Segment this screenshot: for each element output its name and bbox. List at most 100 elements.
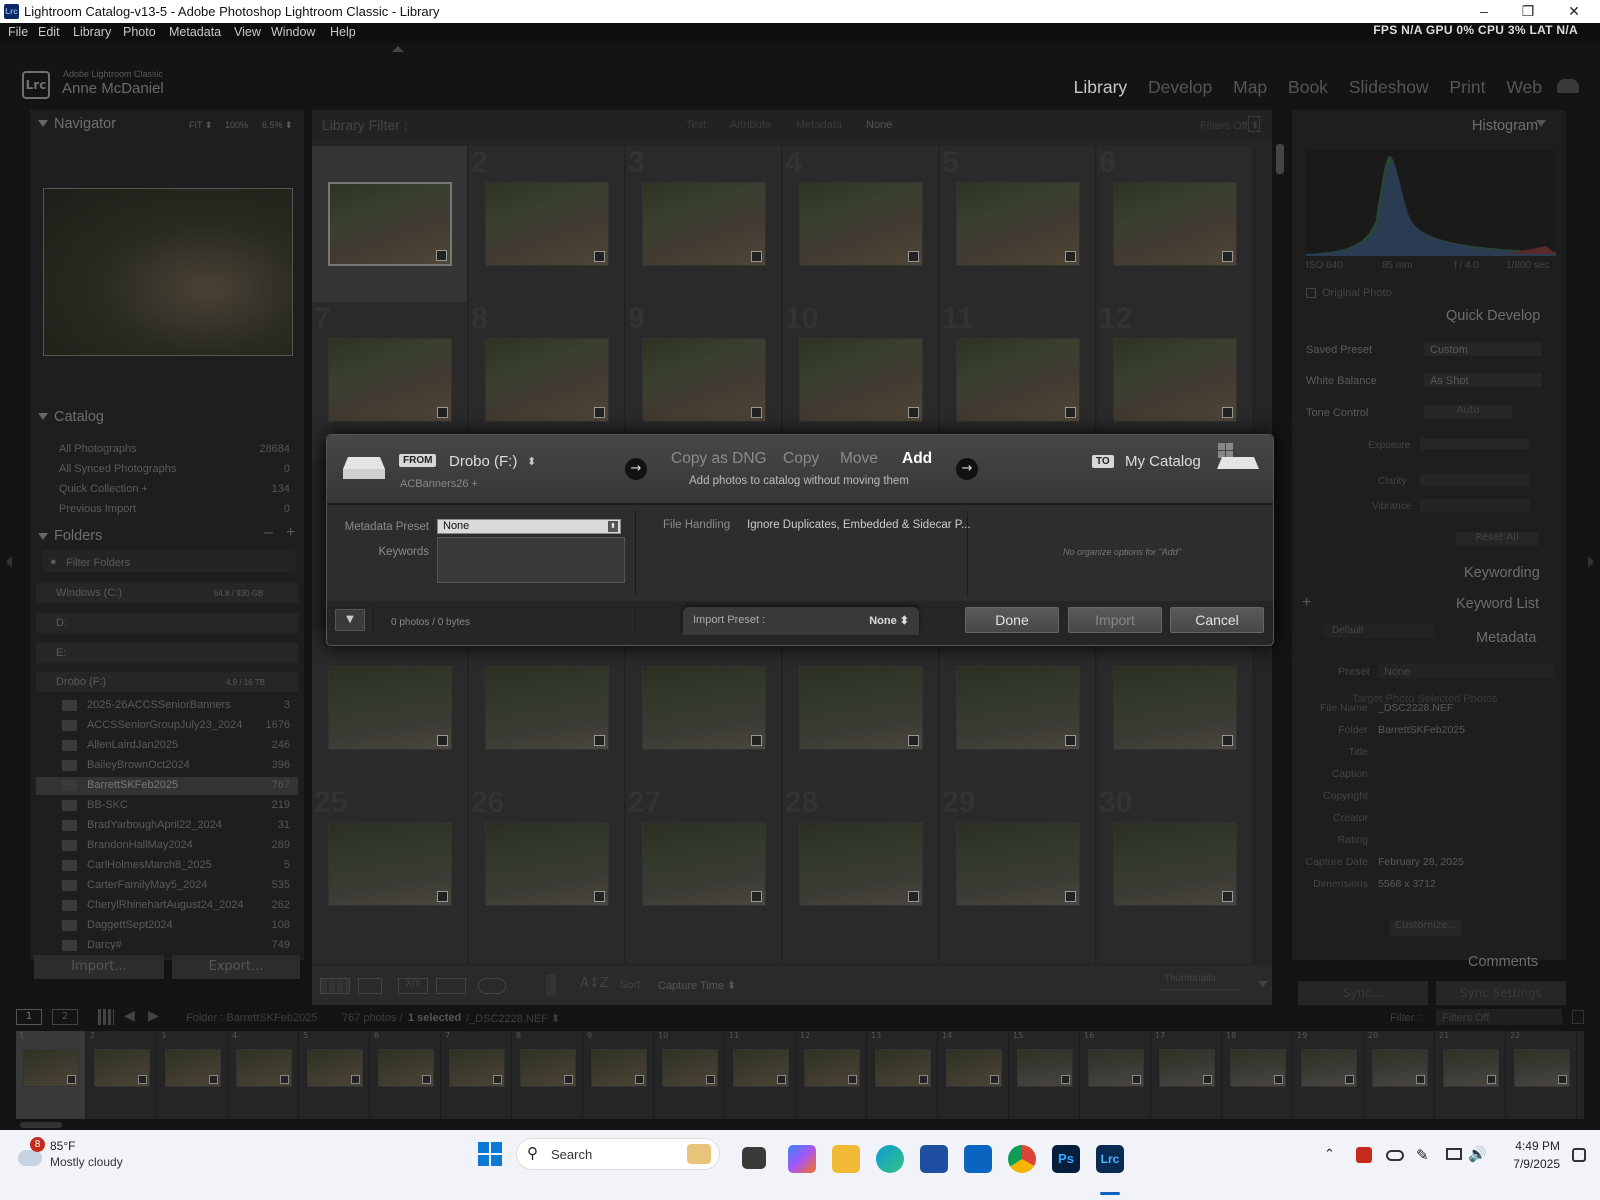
- mode-copy[interactable]: Copy: [783, 450, 819, 468]
- photo-thumbnail[interactable]: [328, 822, 452, 906]
- grid-view-icon[interactable]: [320, 978, 350, 994]
- folder-item[interactable]: Darcy#: [87, 939, 122, 951]
- keywords-field[interactable]: [437, 537, 625, 583]
- module-book[interactable]: Book: [1288, 77, 1328, 97]
- photo-thumbnail[interactable]: [799, 182, 923, 266]
- folder-item[interactable]: 2025-26ACCSSeniorBanners: [87, 699, 231, 711]
- photo-thumbnail[interactable]: [328, 338, 452, 422]
- filmstrip-thumbnail[interactable]: [449, 1049, 505, 1087]
- done-button[interactable]: Done: [965, 607, 1059, 633]
- filmstrip-cell[interactable]: 1: [16, 1031, 86, 1119]
- photo-thumbnail[interactable]: [1113, 338, 1237, 422]
- photo-thumbnail[interactable]: [956, 182, 1080, 266]
- chevron-up-icon[interactable]: ⌃: [1324, 1146, 1335, 1162]
- filter-none[interactable]: None: [866, 119, 892, 131]
- menu-photo[interactable]: Photo: [123, 25, 156, 39]
- close-icon[interactable]: ✕: [1552, 0, 1596, 23]
- taskbar-search[interactable]: ⚲ Search: [516, 1138, 720, 1170]
- grid-cell[interactable]: 2: [469, 146, 625, 306]
- catalog-item[interactable]: Quick Collection +: [59, 483, 148, 495]
- filmstrip-cell[interactable]: 12: [797, 1031, 867, 1119]
- exposure-stepper[interactable]: [1420, 438, 1530, 450]
- cloud-icon[interactable]: [1557, 79, 1579, 93]
- filmstrip-thumbnail[interactable]: [1017, 1049, 1073, 1087]
- filmstrip-thumbnail[interactable]: [307, 1049, 363, 1087]
- forward-arrow-icon[interactable]: ▶: [148, 1008, 159, 1024]
- second-screen-button[interactable]: 2: [52, 1009, 78, 1025]
- filmstrip-cell[interactable]: 10: [655, 1031, 725, 1119]
- sort-dropdown[interactable]: Capture Time ⬍: [658, 979, 736, 992]
- filmstrip-thumbnail[interactable]: [591, 1049, 647, 1087]
- photo-thumbnail[interactable]: [956, 822, 1080, 906]
- folder-item[interactable]: DaggettSept2024: [87, 919, 173, 931]
- import-preset-value[interactable]: None ⬍: [869, 614, 909, 627]
- filmstrip-cell[interactable]: 14: [939, 1031, 1009, 1119]
- disclosure-icon[interactable]: [38, 413, 48, 420]
- filmstrip-cell[interactable]: 2: [87, 1031, 157, 1119]
- metadata-field-value[interactable]: _DSC2228.NEF: [1378, 702, 1453, 714]
- grid-cell[interactable]: 25: [312, 786, 468, 946]
- folder-item[interactable]: CherylRhinehartAugust24_2024: [87, 899, 244, 911]
- disclosure-icon[interactable]: [38, 533, 48, 540]
- grid-cell[interactable]: [312, 630, 468, 790]
- grid-cell[interactable]: [469, 630, 625, 790]
- folder-item[interactable]: CarlHolmesMarch8_2025: [87, 859, 212, 871]
- add-keyword-icon[interactable]: +: [1302, 594, 1311, 612]
- metadata-field-value[interactable]: February 28, 2025: [1378, 856, 1464, 868]
- mode-copy-as-dng[interactable]: Copy as DNG: [671, 450, 767, 468]
- grid-cell[interactable]: [469, 942, 625, 965]
- notifications-icon[interactable]: [1572, 1148, 1586, 1162]
- filmstrip-thumbnail[interactable]: [94, 1049, 150, 1087]
- disclosure-icon[interactable]: [38, 120, 48, 127]
- filmstrip-cell[interactable]: 19: [1294, 1031, 1364, 1119]
- menu-window[interactable]: Window: [271, 25, 315, 39]
- loupe-view-icon[interactable]: [358, 978, 382, 994]
- tray-app-icon[interactable]: [1356, 1147, 1372, 1163]
- filmstrip-cell[interactable]: 22: [1507, 1031, 1577, 1119]
- source-drive-icon[interactable]: [342, 455, 386, 481]
- lock-icon[interactable]: [1248, 116, 1260, 132]
- photo-thumbnail[interactable]: [1113, 666, 1237, 750]
- folder-item[interactable]: BradYarboughApril22_2024: [87, 819, 222, 831]
- filmstrip-thumbnail[interactable]: [1514, 1049, 1570, 1087]
- metadata-field-value[interactable]: 5568 x 3712: [1378, 878, 1436, 890]
- sync-settings-button[interactable]: Sync Settings: [1436, 981, 1566, 1005]
- menu-edit[interactable]: Edit: [38, 25, 60, 39]
- module-develop[interactable]: Develop: [1148, 77, 1212, 97]
- task-view-icon[interactable]: [742, 1147, 766, 1169]
- filmstrip-cell[interactable]: 5: [300, 1031, 370, 1119]
- export-button[interactable]: Export...: [172, 955, 300, 979]
- filmstrip-thumbnail[interactable]: [520, 1049, 576, 1087]
- grid-cell[interactable]: 27: [626, 786, 782, 946]
- menu-library[interactable]: Library: [73, 25, 111, 39]
- metadata-preset-select[interactable]: None ⬍: [437, 519, 621, 534]
- toolbar-menu-icon[interactable]: [1258, 981, 1268, 987]
- folder-item[interactable]: BrandonHallMay2024: [87, 839, 193, 851]
- filmstrip-cell[interactable]: 3: [158, 1031, 228, 1119]
- metadata-field-value[interactable]: BarrettSKFeb2025: [1378, 724, 1465, 736]
- sort-direction-icon[interactable]: A↕Z: [580, 976, 609, 991]
- photo-thumbnail[interactable]: [485, 338, 609, 422]
- filmstrip-thumbnail[interactable]: [733, 1049, 789, 1087]
- grid-cell[interactable]: [312, 942, 468, 965]
- photo-thumbnail[interactable]: [956, 666, 1080, 750]
- volume-row[interactable]: [36, 613, 298, 633]
- filmstrip-thumbnail[interactable]: [1230, 1049, 1286, 1087]
- filmstrip-cell[interactable]: 17: [1152, 1031, 1222, 1119]
- grid-cell[interactable]: 5: [940, 146, 1096, 306]
- folder-item[interactable]: CarterFamilyMay5_2024: [87, 879, 207, 891]
- filmstrip-thumbnail[interactable]: [236, 1049, 292, 1087]
- photo-thumbnail[interactable]: [328, 666, 452, 750]
- grid-cell[interactable]: [783, 630, 939, 790]
- grid-cell[interactable]: 29: [940, 786, 1096, 946]
- thumbnail-size-slider[interactable]: [1160, 989, 1240, 991]
- photo-thumbnail[interactable]: [642, 338, 766, 422]
- source-name[interactable]: Drobo (F:): [449, 453, 517, 470]
- filter-lock-icon[interactable]: [1572, 1010, 1584, 1024]
- spray-can-icon[interactable]: [546, 974, 556, 996]
- filmstrip-cell[interactable]: 9: [584, 1031, 654, 1119]
- photo-thumbnail[interactable]: [799, 338, 923, 422]
- source-subfolder[interactable]: ACBanners26 +: [400, 478, 478, 490]
- remove-folder-icon[interactable]: –: [264, 524, 273, 542]
- filter-text[interactable]: Text: [686, 119, 706, 131]
